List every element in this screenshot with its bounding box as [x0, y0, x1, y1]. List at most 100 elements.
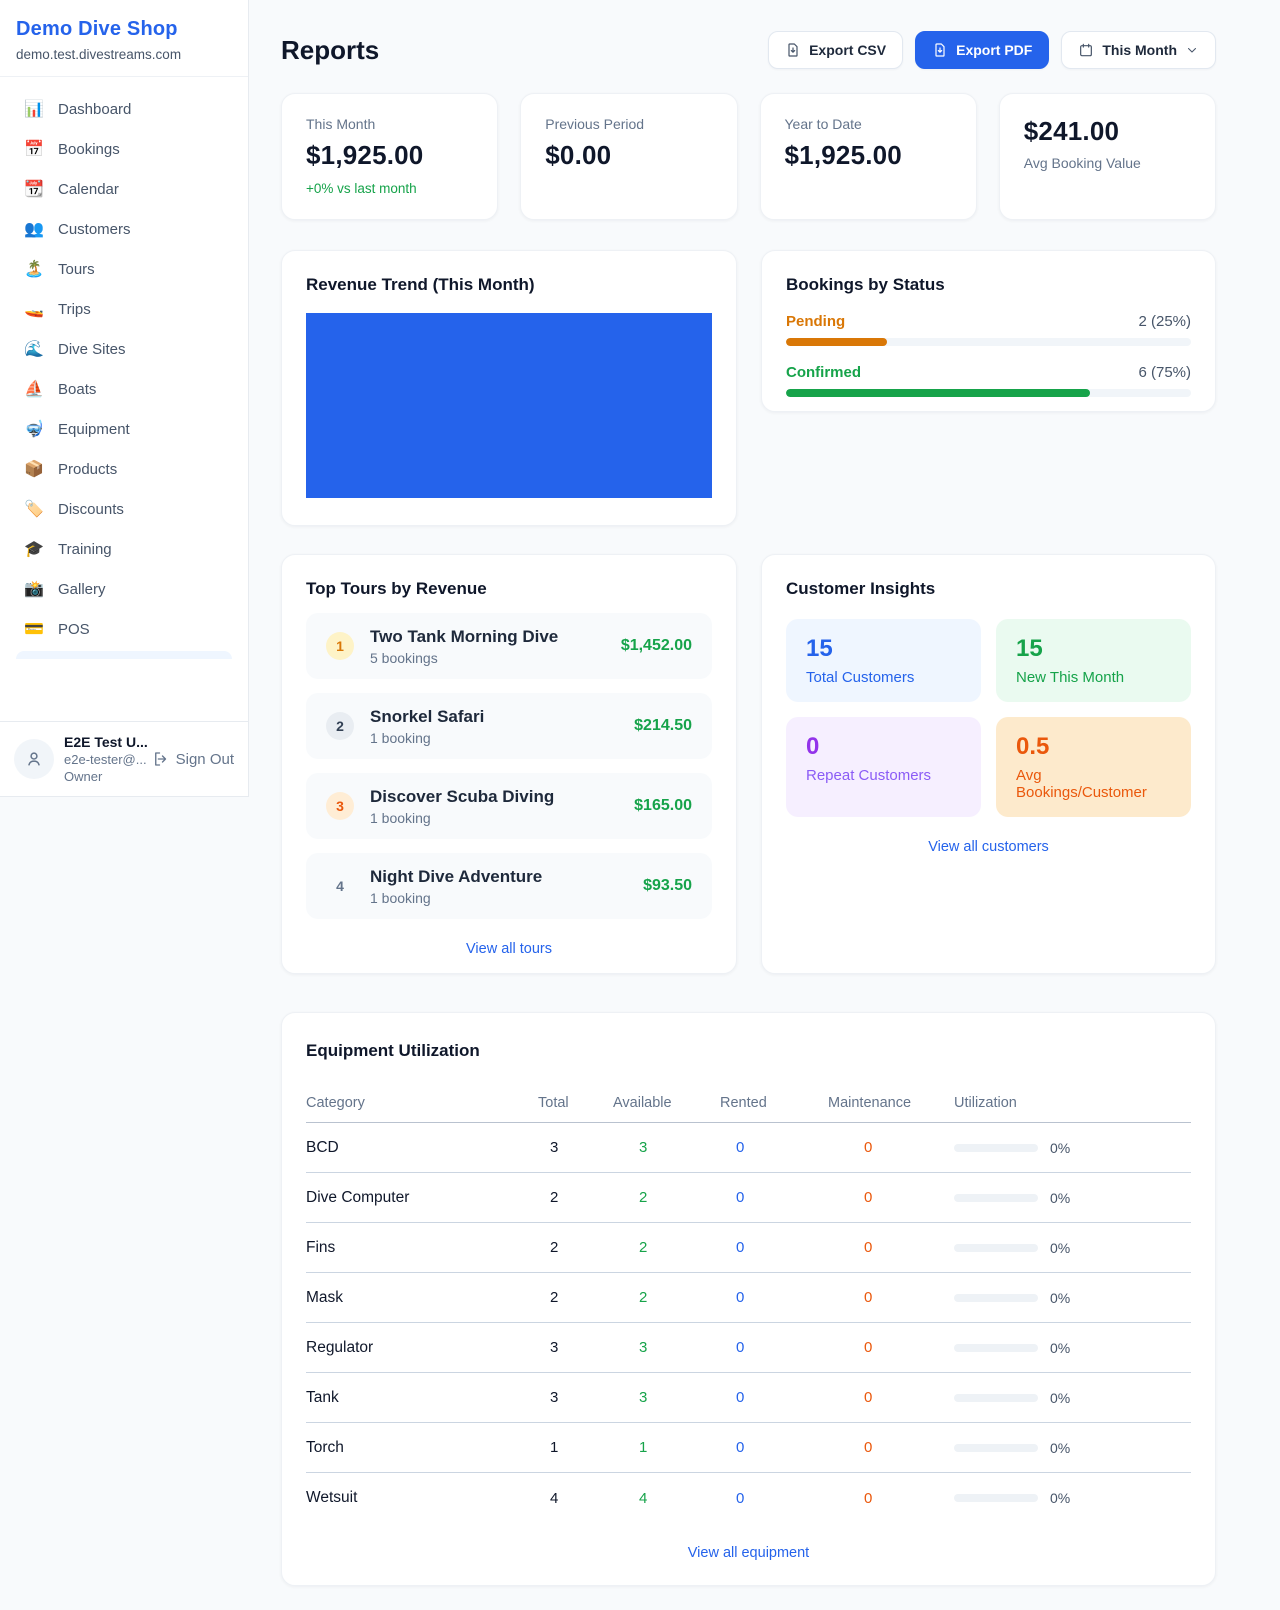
cell-maintenance: 0 [828, 1189, 954, 1206]
tour-bookings: 1 booking [370, 810, 618, 826]
sidebar-item-label: POS [58, 621, 90, 638]
brand: Demo Dive Shop demo.test.divestreams.com [0, 0, 248, 77]
sidebar-item-products[interactable]: 📦 Products [8, 449, 240, 489]
stat-card-this-month: This Month $1,925.00 +0% vs last month [281, 93, 498, 220]
chevron-down-icon [1185, 43, 1199, 57]
sidebar-item-label: Tours [58, 261, 95, 278]
sidebar-item-label: Products [58, 461, 117, 478]
wave-icon: 🌊 [24, 339, 44, 359]
person-icon [24, 749, 44, 769]
revenue-trend-card: Revenue Trend (This Month) [281, 250, 737, 526]
view-all-tours-link[interactable]: View all tours [466, 941, 552, 957]
sidebar-item-dashboard[interactable]: 📊 Dashboard [8, 89, 240, 129]
sidebar-item-trips[interactable]: 🚤 Trips [8, 289, 240, 329]
sidebar-item-boats[interactable]: ⛵ Boats [8, 369, 240, 409]
island-icon: 🏝️ [24, 259, 44, 279]
sidebar-item-bookings[interactable]: 📅 Bookings [8, 129, 240, 169]
cell-utilization: 0% [954, 1190, 1191, 1206]
col-header-category: Category [306, 1095, 538, 1111]
cell-rented: 0 [720, 1239, 828, 1256]
insight-total-customers: 15 Total Customers [786, 619, 981, 702]
cell-available: 1 [613, 1439, 720, 1456]
sign-out-icon [152, 750, 170, 768]
sidebar-item-dive-sites[interactable]: 🌊 Dive Sites [8, 329, 240, 369]
sidebar-item-label: Discounts [58, 501, 124, 518]
table-row: Dive Computer 2 2 0 0 0% [306, 1173, 1191, 1223]
sidebar-item-customers[interactable]: 👥 Customers [8, 209, 240, 249]
customer-insights-title: Customer Insights [786, 579, 1191, 599]
sidebar-item-active-partial[interactable] [16, 651, 232, 659]
stat-cards: This Month $1,925.00 +0% vs last month P… [281, 93, 1216, 220]
utilization-bar [954, 1144, 1038, 1152]
status-bar-fill [786, 389, 1090, 397]
view-all-customers-link[interactable]: View all customers [928, 839, 1049, 855]
table-row: Mask 2 2 0 0 0% [306, 1273, 1191, 1323]
sidebar-item-tours[interactable]: 🏝️ Tours [8, 249, 240, 289]
stat-value: $0.00 [545, 140, 712, 171]
utilization-pct: 0% [1050, 1140, 1070, 1156]
cell-rented: 0 [720, 1339, 828, 1356]
credit-card-icon: 💳 [24, 619, 44, 639]
cell-available: 2 [613, 1239, 720, 1256]
col-header-utilization: Utilization [954, 1095, 1191, 1111]
stat-card-avg-booking-value: $241.00 Avg Booking Value [999, 93, 1216, 220]
table-row: Tank 3 3 0 0 0% [306, 1373, 1191, 1423]
cell-category: BCD [306, 1139, 538, 1157]
stat-value: $1,925.00 [306, 140, 473, 171]
cell-maintenance: 0 [828, 1439, 954, 1456]
cell-utilization: 0% [954, 1390, 1191, 1406]
equipment-table: Category Total Available Rented Maintena… [306, 1083, 1191, 1523]
utilization-pct: 0% [1050, 1340, 1070, 1356]
sidebar-item-discounts[interactable]: 🏷️ Discounts [8, 489, 240, 529]
insight-repeat-customers: 0 Repeat Customers [786, 717, 981, 817]
cell-maintenance: 0 [828, 1339, 954, 1356]
cell-total: 4 [538, 1490, 613, 1507]
sidebar-item-label: Customers [58, 221, 131, 238]
cell-rented: 0 [720, 1439, 828, 1456]
table-row: Fins 2 2 0 0 0% [306, 1223, 1191, 1273]
file-download-icon [932, 42, 948, 58]
insight-label: Avg Bookings/Customer [1016, 767, 1171, 801]
utilization-bar [954, 1494, 1038, 1502]
cell-category: Tank [306, 1389, 538, 1407]
brand-name: Demo Dive Shop [16, 18, 232, 41]
cell-category: Torch [306, 1439, 538, 1457]
utilization-bar [954, 1344, 1038, 1352]
cell-category: Dive Computer [306, 1189, 538, 1207]
utilization-bar [954, 1394, 1038, 1402]
export-csv-button[interactable]: Export CSV [768, 31, 903, 69]
sidebar-item-calendar[interactable]: 📆 Calendar [8, 169, 240, 209]
status-count: 2 (25%) [1138, 313, 1191, 330]
insight-value: 15 [806, 635, 961, 663]
stat-value: $241.00 [1024, 116, 1191, 147]
status-bar-fill [786, 338, 887, 346]
utilization-pct: 0% [1050, 1240, 1070, 1256]
cell-total: 3 [538, 1139, 613, 1156]
cell-available: 2 [613, 1189, 720, 1206]
status-row-confirmed: Confirmed 6 (75%) [786, 364, 1191, 397]
insight-value: 0 [806, 733, 961, 761]
cell-maintenance: 0 [828, 1389, 954, 1406]
col-header-total: Total [538, 1095, 613, 1111]
user-role: Owner [64, 769, 142, 784]
top-tours-title: Top Tours by Revenue [306, 579, 712, 599]
period-dropdown[interactable]: This Month [1061, 31, 1216, 69]
sidebar-item-gallery[interactable]: 📸 Gallery [8, 569, 240, 609]
export-pdf-button[interactable]: Export PDF [915, 31, 1049, 69]
cell-utilization: 0% [954, 1490, 1191, 1506]
sidebar-item-training[interactable]: 🎓 Training [8, 529, 240, 569]
cell-category: Fins [306, 1239, 538, 1257]
sidebar-item-pos[interactable]: 💳 POS [8, 609, 240, 649]
status-label: Confirmed [786, 364, 861, 381]
cell-total: 1 [538, 1439, 613, 1456]
sidebar-item-label: Boats [58, 381, 96, 398]
stat-delta: +0% vs last month [306, 181, 473, 196]
sign-out-button[interactable]: Sign Out [152, 750, 234, 768]
stat-label: Previous Period [545, 116, 712, 132]
cell-rented: 0 [720, 1289, 828, 1306]
utilization-pct: 0% [1050, 1390, 1070, 1406]
sidebar-item-label: Dashboard [58, 101, 131, 118]
view-all-equipment-link[interactable]: View all equipment [688, 1545, 809, 1561]
tour-name: Discover Scuba Diving [370, 787, 618, 807]
sidebar-item-equipment[interactable]: 🤿 Equipment [8, 409, 240, 449]
